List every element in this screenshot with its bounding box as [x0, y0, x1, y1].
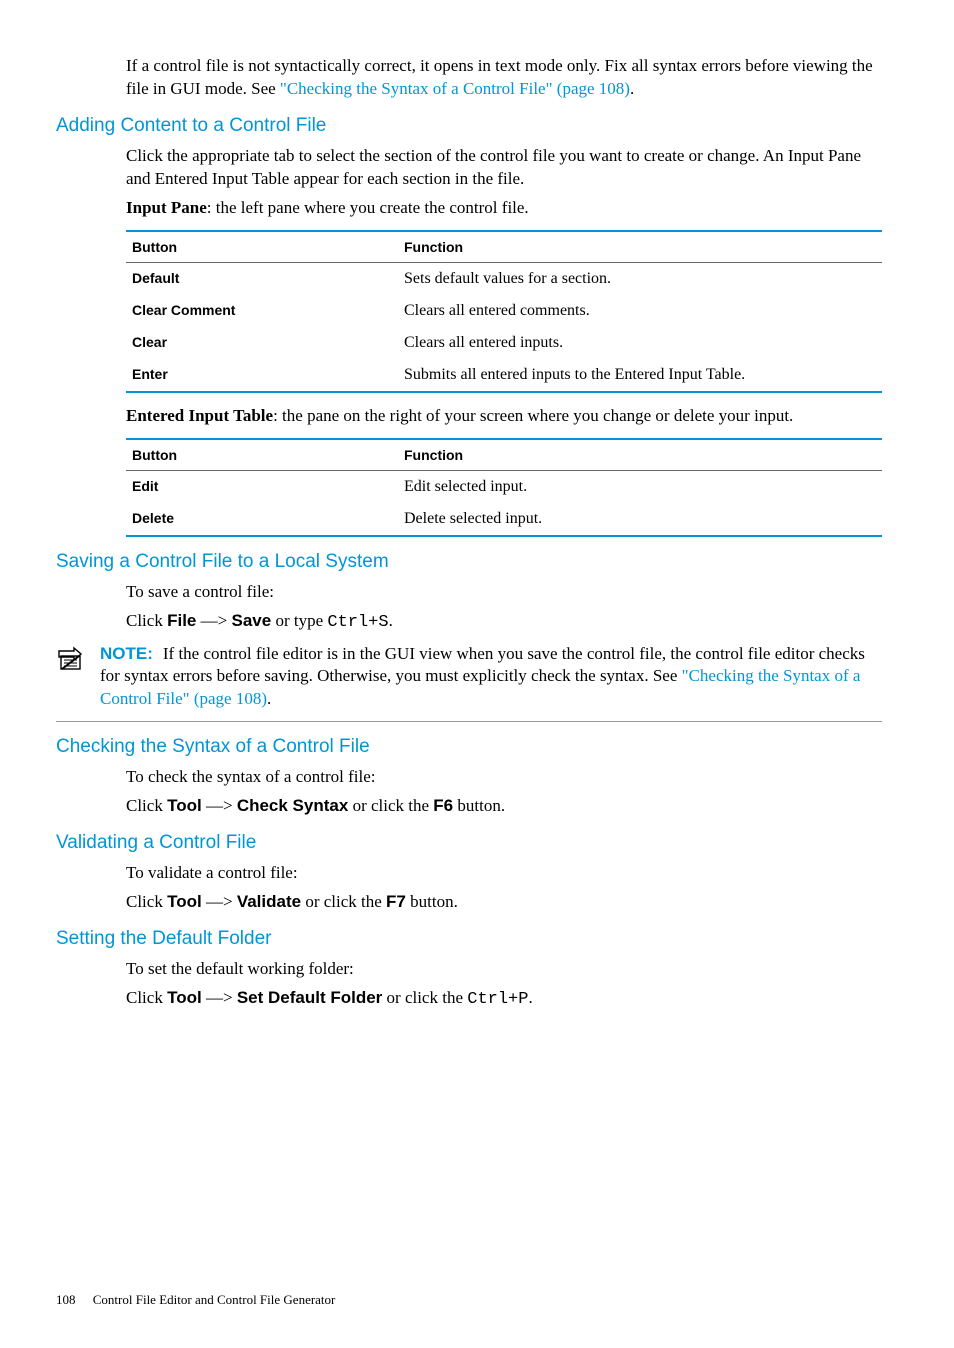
table-row: Clear Comment Clears all entered comment… [126, 295, 882, 327]
adding-p3: Entered Input Table: the pane on the rig… [126, 405, 882, 428]
cell-function: Sets default values for a section. [398, 262, 882, 295]
setting-p1: To set the default working folder: [126, 958, 882, 981]
table-row: Clear Clears all entered inputs. [126, 327, 882, 359]
table-row: Delete Delete selected input. [126, 503, 882, 536]
checking-p1: To check the syntax of a control file: [126, 766, 882, 789]
heading-adding-content: Adding Content to a Control File [56, 115, 882, 137]
page: If a control file is not syntactically c… [0, 0, 954, 1348]
checking-p2: Click Tool —> Check Syntax or click the … [126, 795, 882, 818]
setting-p2: Click Tool —> Set Default Folder or clic… [126, 987, 882, 1012]
menu-file: File [167, 611, 196, 630]
note-text: NOTE:If the control file editor is in th… [100, 643, 882, 712]
col-button: Button [126, 231, 398, 263]
note-icon [56, 645, 84, 678]
cell-button: Enter [126, 359, 398, 392]
cell-function: Delete selected input. [398, 503, 882, 536]
key-f7: F7 [386, 892, 406, 911]
cell-function: Clears all entered inputs. [398, 327, 882, 359]
entered-input-label: Entered Input Table [126, 406, 273, 425]
menu-tool: Tool [167, 892, 202, 911]
table-header-row: Button Function [126, 231, 882, 263]
intro-block: If a control file is not syntactically c… [126, 55, 882, 101]
adding-body: Click the appropriate tab to select the … [126, 145, 882, 537]
menu-tool: Tool [167, 988, 202, 1007]
shortcut-ctrl-p: Ctrl+P [467, 990, 528, 1009]
note-label: NOTE: [100, 644, 153, 663]
intro-link[interactable]: "Checking the Syntax of a Control File" … [280, 79, 630, 98]
heading-checking: Checking the Syntax of a Control File [56, 736, 882, 758]
input-pane-desc: : the left pane where you create the con… [207, 198, 529, 217]
cell-button: Clear Comment [126, 295, 398, 327]
saving-p1: To save a control file: [126, 581, 882, 604]
menu-save: Save [231, 611, 271, 630]
validating-p1: To validate a control file: [126, 862, 882, 885]
cell-function: Submits all entered inputs to the Entere… [398, 359, 882, 392]
cell-button: Clear [126, 327, 398, 359]
entered-input-desc: : the pane on the right of your screen w… [273, 406, 793, 425]
setting-body: To set the default working folder: Click… [126, 958, 882, 1012]
page-number: 108 [56, 1292, 76, 1307]
note-body-b: . [267, 689, 271, 708]
col-function: Function [398, 439, 882, 471]
cell-function: Edit selected input. [398, 470, 882, 503]
menu-set-default-folder: Set Default Folder [237, 988, 382, 1007]
key-f6: F6 [433, 796, 453, 815]
input-pane-table: Button Function Default Sets default val… [126, 230, 882, 393]
cell-button: Edit [126, 470, 398, 503]
chapter-title: Control File Editor and Control File Gen… [93, 1292, 336, 1307]
checking-body: To check the syntax of a control file: C… [126, 766, 882, 818]
saving-p2: Click File —> Save or type Ctrl+S. [126, 610, 882, 635]
col-function: Function [398, 231, 882, 263]
intro-paragraph: If a control file is not syntactically c… [126, 55, 882, 101]
cell-button: Default [126, 262, 398, 295]
intro-text-b: . [630, 79, 634, 98]
col-button: Button [126, 439, 398, 471]
heading-setting: Setting the Default Folder [56, 928, 882, 950]
note-block: NOTE:If the control file editor is in th… [56, 643, 882, 723]
validating-p2: Click Tool —> Validate or click the F7 b… [126, 891, 882, 914]
adding-p1: Click the appropriate tab to select the … [126, 145, 882, 191]
heading-saving: Saving a Control File to a Local System [56, 551, 882, 573]
table-row: Enter Submits all entered inputs to the … [126, 359, 882, 392]
table-row: Default Sets default values for a sectio… [126, 262, 882, 295]
menu-tool: Tool [167, 796, 202, 815]
heading-validating: Validating a Control File [56, 832, 882, 854]
validating-body: To validate a control file: Click Tool —… [126, 862, 882, 914]
saving-body: To save a control file: Click File —> Sa… [126, 581, 882, 635]
input-pane-label: Input Pane [126, 198, 207, 217]
cell-function: Clears all entered comments. [398, 295, 882, 327]
table-row: Edit Edit selected input. [126, 470, 882, 503]
shortcut-ctrl-s: Ctrl+S [327, 613, 388, 632]
menu-validate: Validate [237, 892, 301, 911]
table-header-row: Button Function [126, 439, 882, 471]
cell-button: Delete [126, 503, 398, 536]
entered-input-table: Button Function Edit Edit selected input… [126, 438, 882, 537]
adding-p2: Input Pane: the left pane where you crea… [126, 197, 882, 220]
page-footer: 108 Control File Editor and Control File… [56, 1292, 882, 1308]
menu-check-syntax: Check Syntax [237, 796, 349, 815]
